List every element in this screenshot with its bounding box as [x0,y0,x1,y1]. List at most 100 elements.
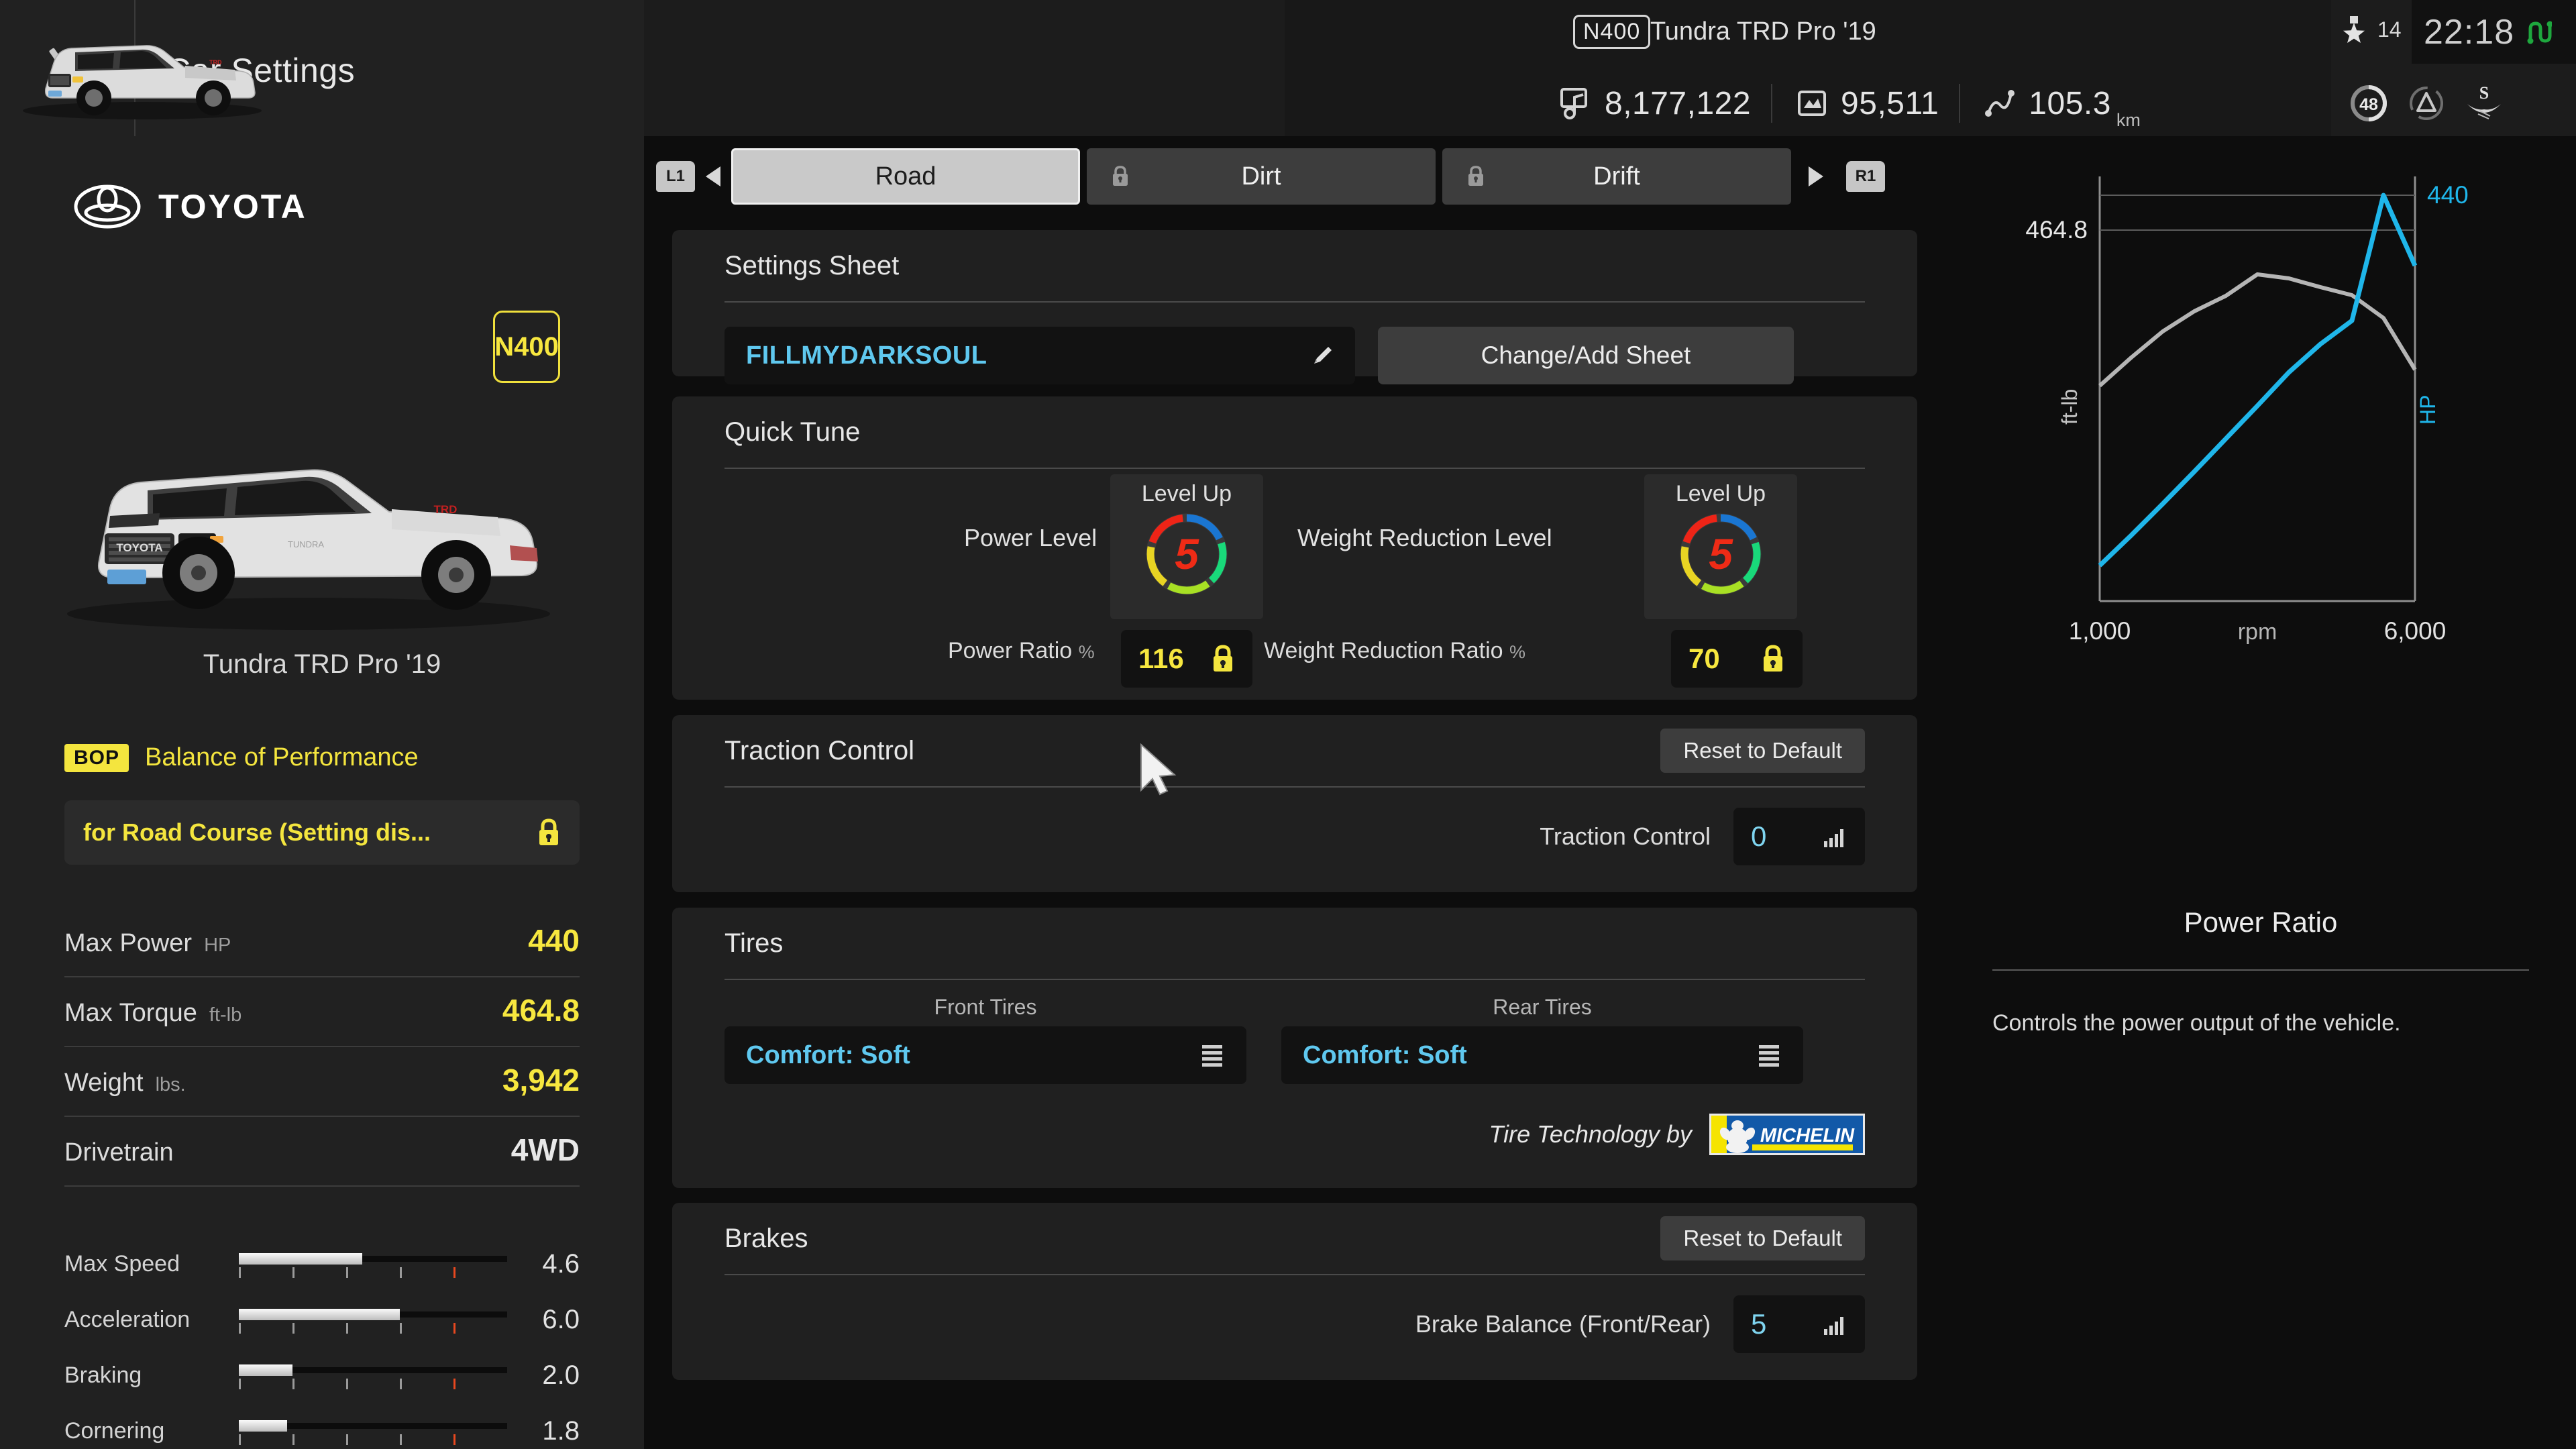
traction-control-row: Traction Control 0 [672,788,1917,894]
list-menu-icon[interactable] [1756,1042,1782,1069]
power-level-gauge-button[interactable]: Level Up 5 [1110,474,1263,619]
tire-fields: Comfort: Soft Comfort: Soft [672,1020,1917,1084]
brakes-title: Brakes [724,1223,808,1253]
l1-shoulder-button[interactable]: L1 [656,161,695,192]
power-ratio-field[interactable]: 116 [1121,630,1252,688]
weight-level-label: Weight Reduction Level [1297,524,1552,551]
bop-detail-button[interactable]: for Road Course (Setting dis... [64,800,580,865]
front-tire-value: Comfort: Soft [746,1040,910,1069]
driver-rating-icon[interactable] [2406,83,2447,124]
settings-sheet-header: Settings Sheet [672,230,1917,301]
bop-title: Balance of Performance [145,743,419,771]
spec-unit: HP [204,934,231,956]
perf-row: Cornering 1.8 [64,1403,580,1449]
sheet-name-value: FILLMYDARKSOUL [746,341,987,370]
car-name-sidebar: Tundra TRD Pro '19 [203,649,441,679]
power-ratio-value: 116 [1138,643,1184,674]
credits-icon [1560,88,1587,119]
credits-value: 8,177,122 [1605,85,1752,121]
car-hero-image: TOYOTA TRD TUNDRA [40,418,570,639]
edit-pencil-icon[interactable] [1311,344,1334,367]
weight-level-gauge: 5 [1678,511,1764,597]
weight-level-gauge-button[interactable]: Level Up 5 [1644,474,1797,619]
next-tab-arrow-icon[interactable] [1809,166,1823,186]
rpm-axis-label: rpm [2238,619,2277,645]
michelin-logo-icon: MICHELIN [1709,1114,1865,1155]
car-info-sidebar: TOYOTA N400 TOYOTA TRD TUNDRA Tundra TRD… [0,136,644,1449]
prev-tab-arrow-icon[interactable] [706,166,720,186]
level-bars-icon [1824,1317,1843,1335]
rear-tire-field[interactable]: Comfort: Soft [1281,1026,1803,1084]
tab-drift-label: Drift [1593,162,1640,191]
distance-value: 105.3 [2029,85,2111,121]
info-panel-description: Controls the power output of the vehicle… [1992,1010,2401,1036]
perf-name: Braking [64,1362,142,1388]
perf-bar [239,1417,507,1446]
traction-value-field[interactable]: 0 [1733,808,1865,865]
front-tires-header: Front Tires [934,995,1037,1019]
perf-value: 6.0 [542,1305,580,1334]
perf-bar [239,1250,507,1279]
tires-title: Tires [724,928,784,958]
front-tire-field[interactable]: Comfort: Soft [724,1026,1246,1084]
r1-shoulder-button[interactable]: R1 [1846,161,1885,192]
surface-tab-bar: L1 Road Dirt Drift R1 [644,148,1945,205]
brake-balance-row: Brake Balance (Front/Rear) 5 [672,1275,1917,1381]
sportsmanship-rating-icon[interactable]: S [2463,83,2505,124]
svg-text:TUNDRA: TUNDRA [288,539,324,549]
rpm-min-label: 1,000 [2069,617,2131,645]
spec-name: Max Torque [64,999,197,1027]
brake-balance-field[interactable]: 5 [1733,1295,1865,1353]
online-status-icon [2527,21,2553,44]
tab-dirt[interactable]: Dirt [1087,148,1436,205]
rear-tires-header: Rear Tires [1493,995,1592,1019]
weight-ratio-field[interactable]: 70 [1671,630,1803,688]
list-menu-icon[interactable] [1199,1042,1225,1069]
brakes-header: Brakes Reset to Default [672,1203,1917,1274]
traction-control-card: Traction Control Reset to Default Tracti… [672,715,1917,892]
tire-technology-label: Tire Technology by [1489,1120,1692,1148]
power-ratio-label: Power Ratio % [948,638,1095,663]
perf-name: Acceleration [64,1307,191,1332]
sheet-name-field[interactable]: FILLMYDARKSOUL [724,327,1355,384]
lock-icon [1764,645,1782,672]
class-badge-sidebar: N400 [493,311,560,383]
torque-axis-label: ft-lb [2057,389,2082,425]
svg-text:TOYOTA: TOYOTA [116,541,162,554]
settings-main-panel: L1 Road Dirt Drift R1 Settings Sheet FIL… [644,136,1945,1449]
tires-header: Tires [672,908,1917,979]
spec-row: Max Power HP 440 [64,908,580,977]
class-badge-topbar: N400 [1573,15,1651,49]
lock-icon [1113,166,1128,186]
power-level-label: Power Level [964,524,1097,551]
spec-row: Max Torque ft-lb 464.8 [64,977,580,1047]
info-side-panel: 464.8 440 ft-lb HP 1,000 rpm 6,000 Power… [1945,136,2576,1449]
clock-time: 22:18 [2424,12,2515,52]
traction-reset-button[interactable]: Reset to Default [1660,729,1865,773]
top-bar-stats: 8,177,122 95,511 105.3 km [1556,70,2141,136]
bop-detail-label: for Road Course (Setting dis... [83,818,431,846]
spec-value: 464.8 [502,993,580,1028]
perf-row: Braking 2.0 [64,1348,580,1403]
tab-road-label: Road [875,162,936,191]
tab-drift[interactable]: Drift [1442,148,1791,205]
perf-value: 1.8 [542,1416,580,1446]
driver-level-icon[interactable]: 48 [2348,83,2390,124]
traction-value: 0 [1751,820,1767,852]
perf-value: 2.0 [542,1360,580,1390]
power-ratio-unit: % [1078,642,1095,662]
bop-tag: BOP [64,743,129,772]
quick-tune-card: Quick Tune Power Level Level Up 5 Weight… [672,396,1917,700]
power-axis-label: HP [2416,395,2440,425]
power-level-up-label: Level Up [1141,481,1232,506]
rpm-max-label: 6,000 [2384,617,2447,645]
toyota-logo-icon [74,184,141,229]
svg-text:48: 48 [2359,95,2378,114]
brakes-reset-button[interactable]: Reset to Default [1660,1216,1865,1260]
change-add-sheet-button[interactable]: Change/Add Sheet [1378,327,1794,384]
tire-technology-row: Tire Technology by MICHELIN [672,1084,1917,1179]
traction-reset-label: Reset to Default [1683,738,1842,763]
car-thumbnail-topbar: TRD [13,15,272,122]
spec-row: Weight lbs. 3,942 [64,1047,580,1117]
tab-road[interactable]: Road [731,148,1080,205]
